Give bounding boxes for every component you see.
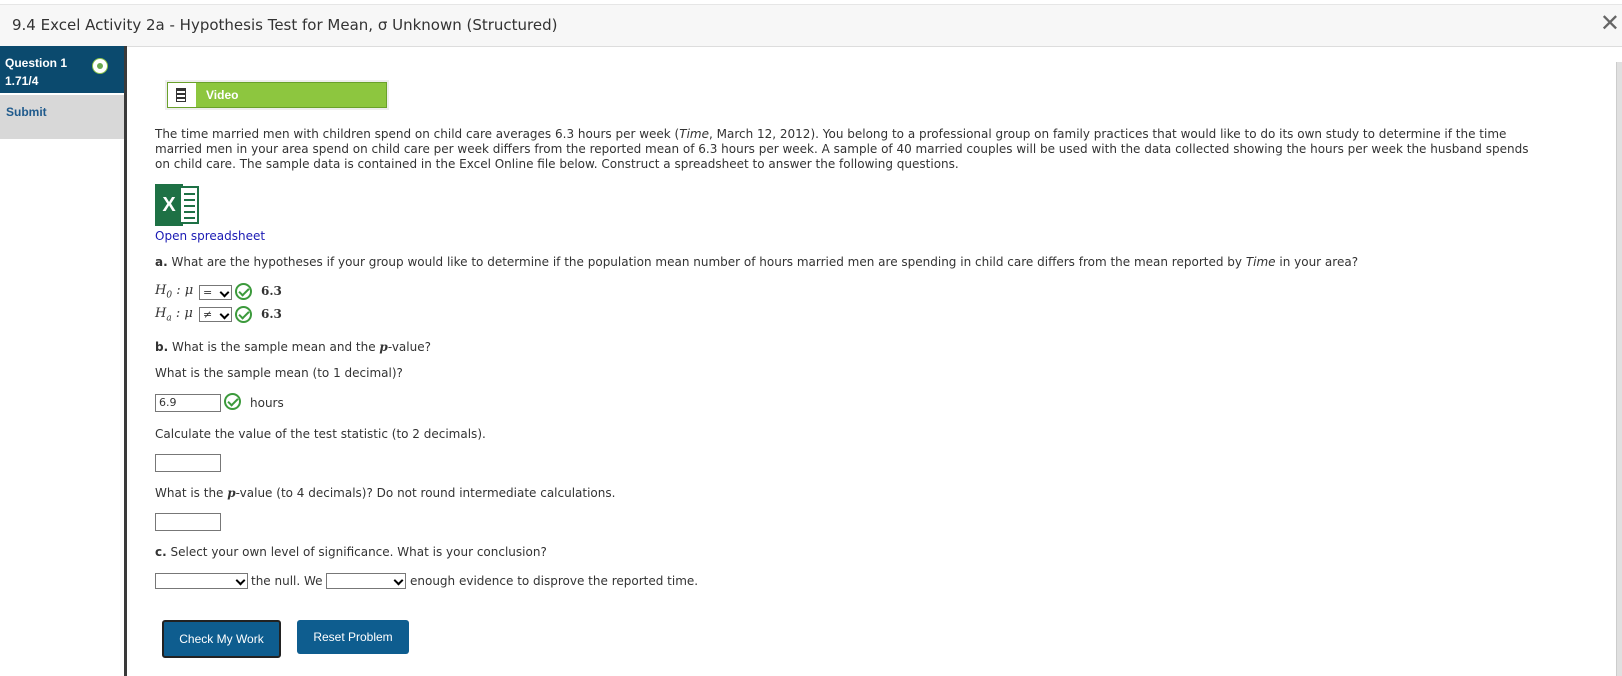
excel-icon[interactable]: X bbox=[155, 184, 201, 226]
null-hypothesis-label: H0 : μ bbox=[155, 283, 194, 301]
main-content: Video The time married men with children… bbox=[127, 46, 1622, 676]
correct-check-icon bbox=[224, 393, 241, 410]
progress-check-icon bbox=[92, 58, 108, 74]
video-button[interactable]: Video bbox=[167, 82, 387, 108]
part-a-question: a. What are the hypotheses if your group… bbox=[155, 255, 1359, 269]
film-icon bbox=[176, 88, 186, 102]
h0-value: 6.3 bbox=[261, 284, 282, 298]
check-my-work-button[interactable]: Check My Work bbox=[162, 620, 281, 658]
ha-value: 6.3 bbox=[261, 307, 282, 321]
submit-nav-item[interactable]: Submit bbox=[0, 95, 124, 139]
open-spreadsheet-link[interactable]: Open spreadsheet bbox=[155, 229, 265, 243]
conclusion-text-mid: the null. We bbox=[251, 574, 323, 588]
question-nav-item[interactable]: Question 1 1.71/4 bbox=[0, 46, 124, 93]
conclusion-evidence-select[interactable] bbox=[326, 573, 406, 589]
question-score: 1.71/4 bbox=[5, 74, 39, 88]
ha-operator-select[interactable]: ≠ bbox=[199, 307, 232, 322]
close-icon[interactable]: ✕ bbox=[1600, 11, 1620, 35]
p-value-input[interactable] bbox=[155, 513, 221, 531]
correct-check-icon bbox=[235, 306, 252, 323]
test-statistic-input[interactable] bbox=[155, 454, 221, 472]
sidebar: Question 1 1.71/4 Submit bbox=[0, 46, 127, 676]
p-value-prompt: What is the p-value (to 4 decimals)? Do … bbox=[155, 486, 616, 500]
problem-intro: The time married men with children spend… bbox=[155, 127, 1529, 171]
excel-grid bbox=[179, 186, 199, 224]
part-b-question: b. What is the sample mean and the p-val… bbox=[155, 340, 431, 354]
part-c-question: c. Select your own level of significance… bbox=[155, 545, 547, 559]
conclusion-reject-select[interactable] bbox=[155, 573, 248, 589]
alternative-hypothesis-label: Ha : μ bbox=[155, 306, 193, 324]
page-title: 9.4 Excel Activity 2a - Hypothesis Test … bbox=[12, 16, 558, 34]
submit-link[interactable]: Submit bbox=[6, 105, 47, 119]
correct-check-icon bbox=[235, 283, 252, 300]
scrollbar[interactable] bbox=[1616, 62, 1622, 676]
intro-source: Time bbox=[679, 127, 709, 141]
test-statistic-prompt: Calculate the value of the test statisti… bbox=[155, 427, 486, 441]
video-icon-box bbox=[168, 83, 196, 107]
h0-operator-select[interactable]: = bbox=[199, 285, 232, 300]
title-bar: 9.4 Excel Activity 2a - Hypothesis Test … bbox=[0, 4, 1622, 47]
sample-mean-unit: hours bbox=[250, 396, 284, 410]
reset-problem-button[interactable]: Reset Problem bbox=[297, 620, 409, 654]
sample-mean-prompt: What is the sample mean (to 1 decimal)? bbox=[155, 366, 403, 380]
sample-mean-input[interactable]: 6.9 bbox=[155, 394, 221, 412]
conclusion-text-end: enough evidence to disprove the reported… bbox=[410, 574, 699, 588]
video-label: Video bbox=[206, 88, 239, 102]
question-title: Question 1 bbox=[5, 56, 68, 70]
